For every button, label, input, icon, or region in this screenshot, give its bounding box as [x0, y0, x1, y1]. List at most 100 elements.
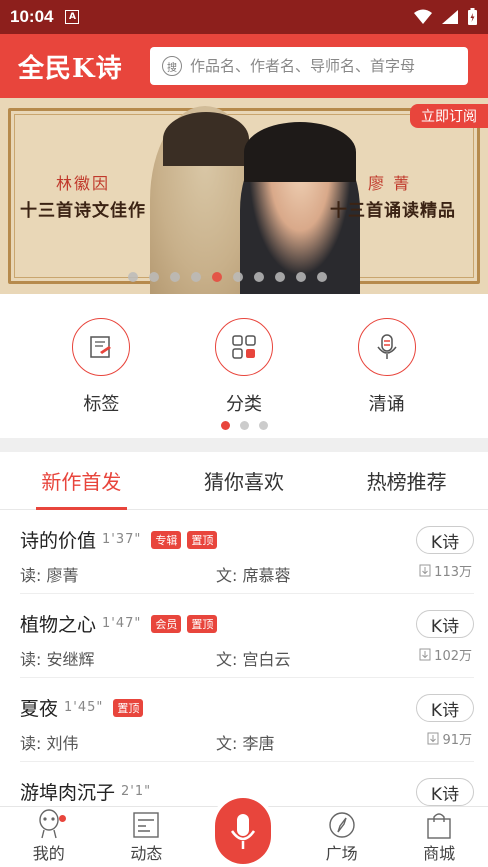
work-title-line: 游埠肉沉子 2'1" [20, 778, 155, 805]
portrait-right-hair [244, 122, 356, 182]
nav-label: 商城 [423, 844, 456, 863]
banner-left-title: 十三首诗文佳作 [20, 201, 146, 221]
work-tag: 会员 [151, 614, 182, 633]
work-downloads: 91万 [427, 729, 472, 748]
carousel-dot [212, 272, 222, 282]
banner-right-subtitle: 廖 菁 [368, 174, 412, 193]
work-title-line: 夏夜 1'45" 置顶 [20, 694, 144, 721]
work-tag: 置顶 [187, 614, 218, 633]
work-title: 夏夜 [20, 698, 59, 720]
content-tabs: 新作首发 猜你喜欢 热榜推荐 [0, 452, 488, 510]
record-button[interactable] [215, 798, 271, 864]
promo-banner[interactable]: 林徽因 十三首诗文佳作 廖 菁 十三首诵读精品 立即订阅 [0, 98, 488, 294]
carousel-dot [254, 272, 264, 282]
portrait-left-hair [163, 112, 249, 166]
work-row[interactable]: 夏夜 1'45" 置顶 读: 刘伟 文: 李唐 K诗 91万 [20, 678, 474, 762]
tab-new-works[interactable]: 新作首发 [0, 452, 163, 510]
feed-icon [133, 812, 160, 838]
notification-a-icon: A [65, 10, 80, 24]
carousel-dot [233, 272, 243, 282]
k-poem-button[interactable]: K诗 [416, 610, 474, 638]
section-divider [0, 438, 488, 452]
category-tag[interactable]: 标签 [51, 294, 151, 438]
pager-dot [239, 421, 249, 430]
search-input[interactable] [190, 57, 450, 75]
nav-feed[interactable]: 动态 [98, 807, 196, 867]
category-shortcuts: 标签 分类 清诵 [0, 294, 488, 438]
work-title-line: 诗的价值 1'37" 专辑 置顶 [20, 526, 218, 553]
shop-icon [427, 813, 451, 839]
download-icon [427, 732, 439, 745]
work-tag: 置顶 [113, 698, 144, 717]
pager-dot [220, 421, 230, 430]
download-count: 113万 [434, 565, 472, 580]
carousel-dot [191, 272, 201, 282]
carousel-dot [149, 272, 159, 282]
category-recite[interactable]: 清诵 [337, 294, 437, 438]
work-title-line: 植物之心 1'47" 会员 置顶 [20, 610, 218, 637]
banner-carousel-dots [128, 272, 327, 282]
work-writer: 文: 席慕蓉 [216, 566, 291, 585]
k-poem-button[interactable]: K诗 [416, 694, 474, 722]
work-duration: 2'1" [121, 784, 152, 799]
app-logo: 全民K诗 [18, 53, 123, 84]
work-title: 植物之心 [20, 614, 97, 636]
download-count: 91万 [442, 733, 472, 748]
nav-label: 广场 [325, 844, 358, 863]
work-reader: 读: 刘伟 [20, 734, 79, 753]
work-row[interactable]: 植物之心 1'47" 会员 置顶 读: 安继辉 文: 宫白云 K诗 102万 [20, 594, 474, 678]
work-title: 游埠肉沉子 [20, 782, 116, 804]
subscribe-button[interactable]: 立即订阅 [410, 104, 488, 128]
category-classify[interactable]: 分类 [194, 294, 294, 438]
battery-icon [468, 8, 477, 25]
status-bar: 10:04 A [0, 0, 488, 34]
tab-hot-ranking[interactable]: 热榜推荐 [325, 452, 488, 509]
work-duration: 1'37" [102, 532, 142, 547]
k-poem-button[interactable]: K诗 [416, 778, 474, 806]
work-tag: 置顶 [187, 530, 218, 549]
carousel-dot [128, 272, 138, 282]
nav-label: 我的 [32, 844, 65, 863]
carousel-dot [296, 272, 306, 282]
category-label: 标签 [83, 394, 120, 415]
work-downloads: 102万 [419, 645, 472, 664]
profile-icon [39, 809, 59, 839]
notification-dot [58, 815, 66, 822]
work-tag: 专辑 [151, 530, 182, 549]
status-time: 10:04 [10, 7, 54, 26]
category-pager [0, 421, 488, 430]
search-box[interactable]: 搜 [150, 47, 468, 85]
compass-icon [328, 812, 355, 838]
download-icon [419, 564, 431, 577]
carousel-dot [317, 272, 327, 282]
download-icon [419, 648, 431, 661]
work-duration: 1'47" [102, 616, 142, 631]
pager-dot [258, 421, 268, 430]
app-header: 全民K诗 搜 [0, 34, 488, 98]
tab-guess-you-like[interactable]: 猜你喜欢 [163, 452, 326, 509]
download-count: 102万 [434, 649, 472, 664]
search-icon: 搜 [162, 56, 182, 76]
category-label: 分类 [225, 394, 262, 415]
work-duration: 1'45" [64, 700, 104, 715]
k-poem-button[interactable]: K诗 [416, 526, 474, 554]
work-reader: 读: 安继辉 [20, 650, 95, 669]
nav-square[interactable]: 广场 [293, 807, 391, 867]
work-writer: 文: 宫白云 [216, 650, 291, 669]
nav-label: 动态 [130, 844, 163, 863]
nav-shop[interactable]: 商城 [390, 807, 488, 867]
carousel-dot [275, 272, 285, 282]
nav-my[interactable]: 我的 [0, 807, 98, 867]
tag-icon [72, 318, 131, 376]
microphone-icon [357, 318, 416, 376]
wifi-icon [414, 9, 432, 24]
work-reader: 读: 廖菁 [20, 566, 79, 585]
work-title: 诗的价值 [20, 530, 97, 552]
signal-icon [442, 10, 458, 24]
work-writer: 文: 李唐 [216, 734, 275, 753]
work-row[interactable]: 诗的价值 1'37" 专辑 置顶 读: 廖菁 文: 席慕蓉 K诗 113万 [20, 510, 474, 594]
banner-right-title: 十三首诵读精品 [330, 201, 456, 221]
works-list: 诗的价值 1'37" 专辑 置顶 读: 廖菁 文: 席慕蓉 K诗 113万 植物之… [0, 510, 488, 846]
category-label: 清诵 [368, 394, 405, 415]
work-downloads: 113万 [419, 561, 472, 580]
